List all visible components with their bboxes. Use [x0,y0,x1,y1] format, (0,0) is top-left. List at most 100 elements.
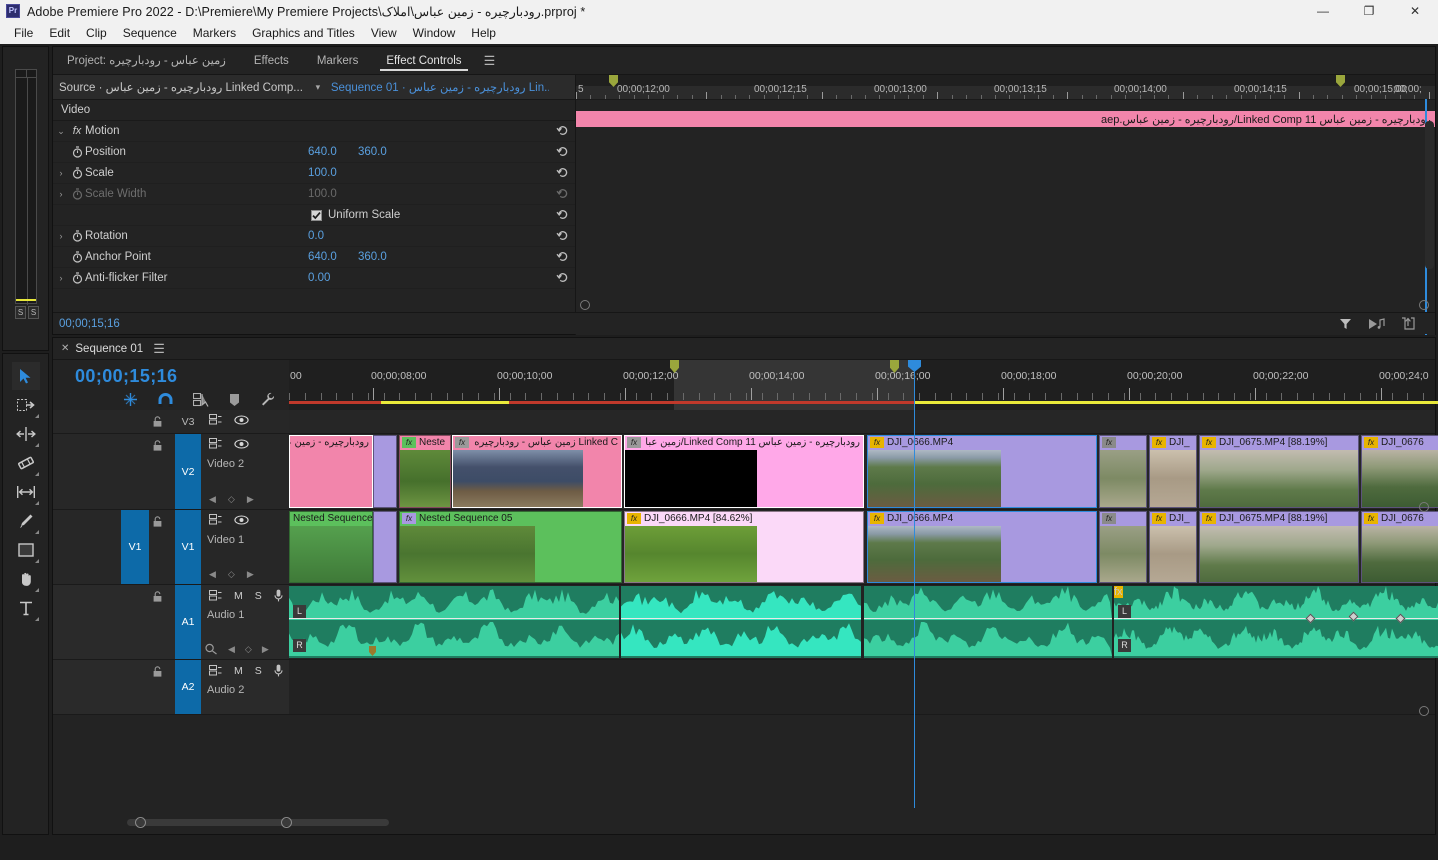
hand-tool[interactable] [12,565,40,593]
work-area-bar[interactable] [289,401,1438,406]
param-value[interactable]: 0.00 [308,272,330,284]
effect-controls-hscrollbar[interactable] [580,300,1429,310]
param-value[interactable]: 100.0 [308,167,337,179]
clip-v2-dji-0676[interactable]: fx DJI_0676 [1361,435,1438,508]
stopwatch-icon[interactable] [69,230,85,242]
solo-button-a2[interactable]: S [255,665,262,677]
param-row-position[interactable]: Position 640.0 360.0 [53,142,575,163]
param-value-x[interactable]: 640.0 [308,251,337,263]
scroll-knob-right[interactable] [1419,300,1429,310]
export-frame-icon[interactable] [1401,317,1415,330]
lock-icon[interactable] [153,416,162,427]
audio-clip-4[interactable]: fx L R [1114,586,1438,658]
next-keyframe-icon[interactable]: ▶ [247,494,254,505]
clip-v1-dji-0676[interactable]: fx DJI_0676 [1361,511,1438,583]
track-name-a2[interactable]: A2 [175,660,201,714]
chevron-right-icon[interactable]: › [53,168,69,178]
track-target-icon[interactable] [209,438,222,449]
clip-v1-nested-04[interactable]: Nested Sequence 04 [289,511,373,583]
slip-tool[interactable] [12,478,40,506]
track-target-icon[interactable] [209,665,222,676]
mute-button-a1[interactable]: M [234,590,243,602]
track-lane-v1[interactable]: Nested Sequence 04 fx Nested Sequence 05… [289,510,1438,585]
add-keyframe-icon[interactable]: ◇ [228,569,235,580]
track-name-v2[interactable]: V2 [175,434,201,509]
menu-help[interactable]: Help [463,24,504,42]
track-target-icon[interactable] [209,414,222,425]
chevron-right-icon[interactable]: › [53,273,69,283]
voice-icon[interactable] [274,589,283,602]
menu-clip[interactable]: Clip [78,24,115,42]
param-value-x[interactable]: 640.0 [308,146,337,158]
chevron-right-icon[interactable]: › [53,189,69,199]
prev-keyframe-icon[interactable]: ◀ [209,569,216,580]
timeline-vscroll-bottom[interactable] [1419,706,1429,716]
track-lane-a1[interactable]: L R fx L R [289,585,1438,660]
clip-v2-field-1[interactable]: fx [1099,435,1147,508]
scroll-knob-left[interactable] [135,817,146,828]
clip-v1-dji-short[interactable]: fx DJI_ [1149,511,1197,583]
eye-icon[interactable] [234,438,249,449]
track-name-v1[interactable]: V1 [175,510,201,584]
close-button[interactable]: ✕ [1392,0,1438,22]
effect-controls-vscrollbar[interactable] [1425,121,1434,269]
track-lane-v2[interactable]: رودبارچیره - زمین عباس.aep fx Neste fx L… [289,434,1438,510]
scroll-knob-left[interactable] [580,300,590,310]
source-clip-name[interactable]: Source · رودبارچیره - زمین عباس Linked C… [53,80,309,94]
timeline-playhead[interactable] [908,360,921,808]
add-keyframe-icon[interactable]: ◇ [228,494,235,505]
linked-selection-icon[interactable] [193,392,209,407]
track-target-icon[interactable] [209,514,222,525]
type-tool[interactable] [12,594,40,622]
reset-icon[interactable] [556,124,569,137]
reset-icon[interactable] [556,166,569,179]
tab-project[interactable]: Project: زمین عباس - رودبارچیره [53,47,240,75]
scroll-track[interactable] [127,819,389,826]
param-value[interactable]: 0.0 [308,230,324,242]
snap-markers-icon[interactable] [123,392,138,407]
close-tab-icon[interactable]: ✕ [53,343,75,354]
meter-solo-right[interactable]: S [28,306,39,319]
lock-icon[interactable] [153,591,162,602]
lock-icon[interactable] [153,440,162,451]
timeline-hscrollbar[interactable] [113,817,403,828]
sequence-clip-name[interactable]: Sequence 01 · رودبارچیره - زمین عباس Lin… [327,80,549,94]
video-section-header[interactable]: Video [53,100,575,121]
pen-tool[interactable] [12,507,40,535]
track-target-icon[interactable] [209,590,222,601]
stopwatch-icon[interactable] [69,251,85,263]
timeline-vscroll-top[interactable] [1419,502,1429,512]
clip-v2-dji-0666[interactable]: fx DJI_0666.MP4 [867,435,1097,508]
audio-clip-2[interactable] [621,586,861,658]
reset-icon[interactable] [556,208,569,221]
menu-file[interactable]: File [6,24,41,42]
track-header-v2[interactable]: V2 Video 2 ◀ ◇ ▶ [53,434,289,510]
param-row-rotation[interactable]: › Rotation 0.0 [53,226,575,247]
eye-icon[interactable] [234,414,249,425]
param-value-y[interactable]: 360.0 [358,251,387,263]
param-value-y[interactable]: 360.0 [358,146,387,158]
menu-view[interactable]: View [363,24,405,42]
eye-icon[interactable] [234,514,249,525]
chevron-down-icon[interactable]: ▾ [309,82,327,93]
menu-sequence[interactable]: Sequence [115,24,185,42]
snap-magnet-icon[interactable] [158,392,173,407]
clip-v2-gap-purple[interactable] [373,435,397,508]
minimize-button[interactable]: — [1300,0,1346,22]
uniform-scale-checkbox[interactable] [311,209,322,221]
menu-edit[interactable]: Edit [41,24,78,42]
effect-controls-clip-bar[interactable]: رودبارچیره - زمین عباس Linked Comp 11/رو… [576,111,1435,127]
param-row-motion[interactable]: ⌄ fx Motion [53,121,575,142]
rate-stretch-tool[interactable] [12,449,40,477]
clip-v1-dji-0666-8462[interactable]: fx DJI_0666.MP4 [84.62%] [624,511,864,583]
solo-button-a1[interactable]: S [255,590,262,602]
timeline-ruler[interactable]: 00 00;00;08;00 00;00;10;00 00;00;12;00 0… [289,360,1438,410]
menu-window[interactable]: Window [405,24,464,42]
stopwatch-icon[interactable] [69,272,85,284]
audio-clip-1[interactable]: L R [289,586,619,658]
lock-icon[interactable] [153,666,162,677]
selection-tool[interactable] [11,362,40,390]
mute-button-a2[interactable]: M [234,665,243,677]
reset-icon[interactable] [556,250,569,263]
param-row-anchor-point[interactable]: Anchor Point 640.0 360.0 [53,247,575,268]
